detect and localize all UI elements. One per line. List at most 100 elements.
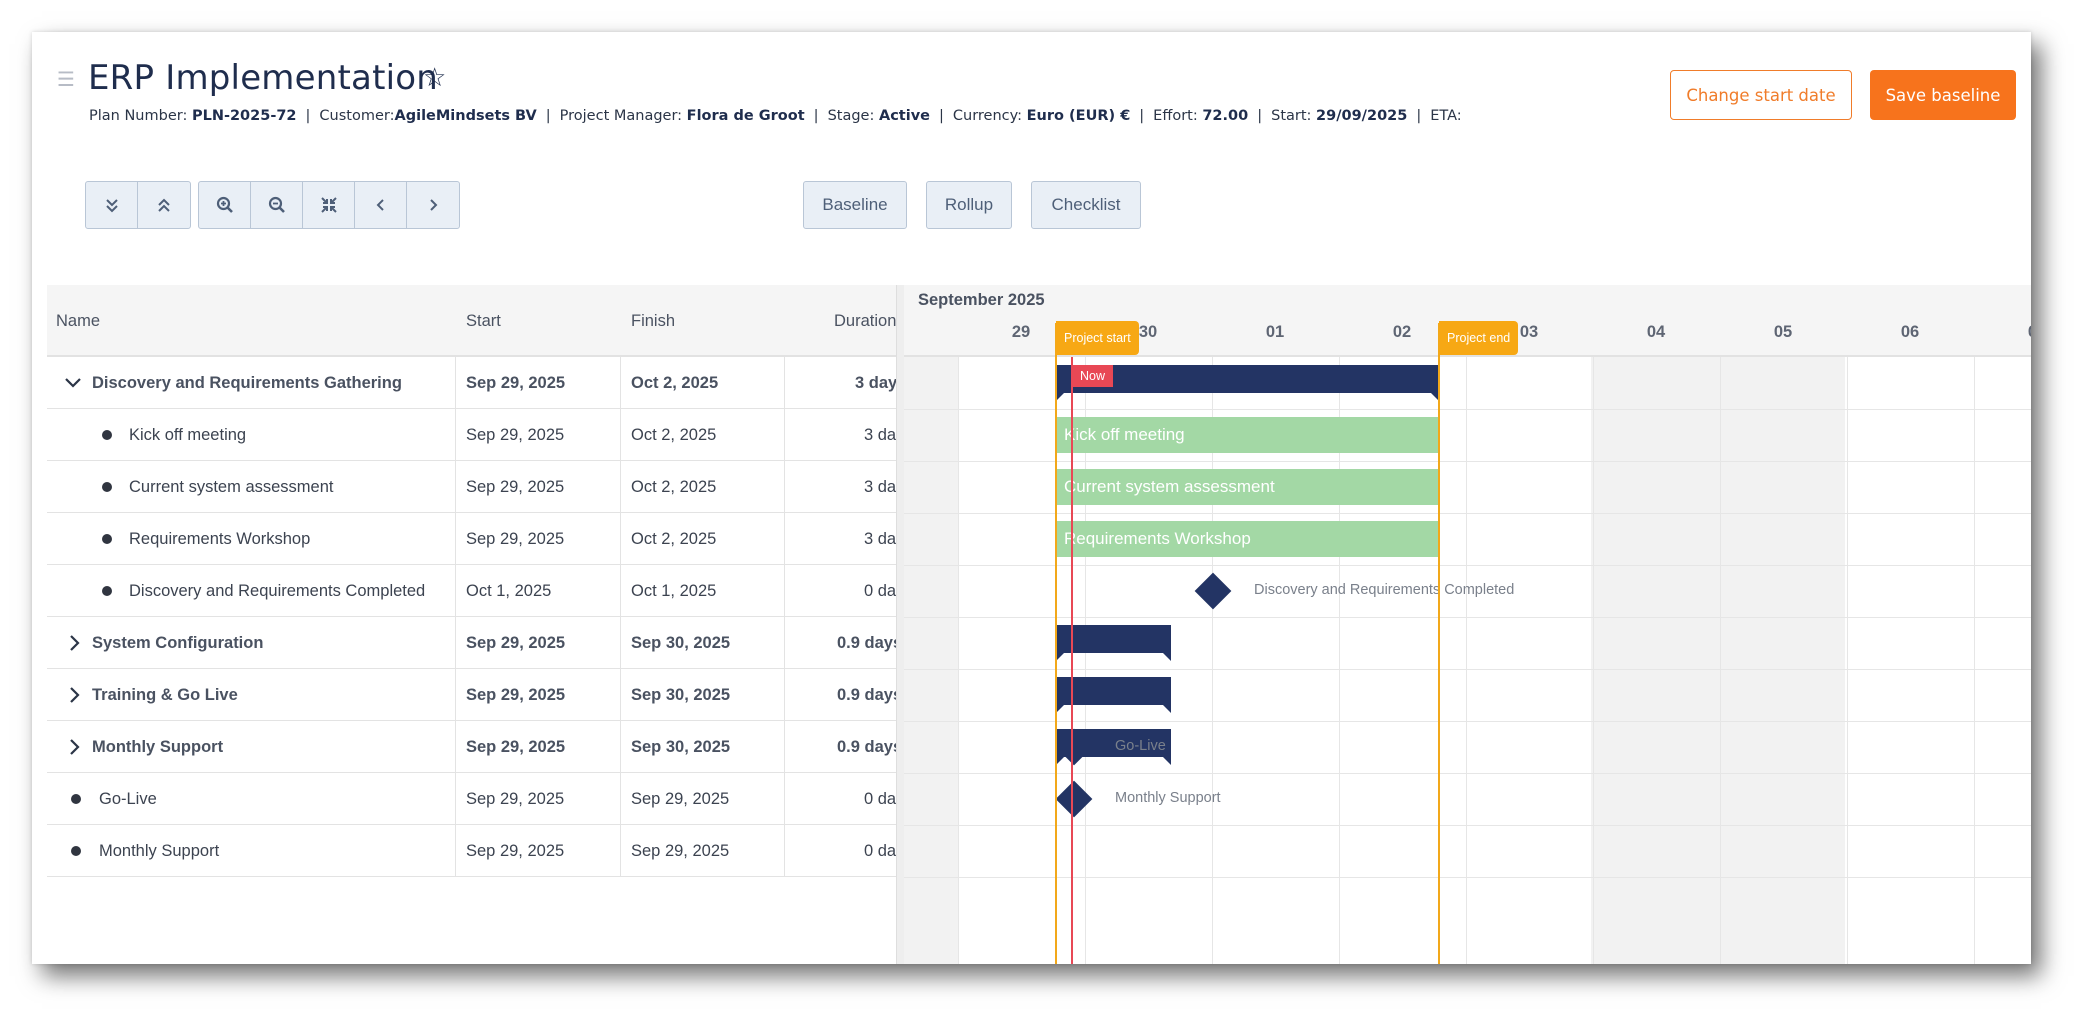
row-start: Sep 29, 2025 [466, 425, 565, 444]
table-row[interactable]: Requirements Workshop Sep 29, 2025 Oct 2… [47, 513, 896, 565]
row-start: Sep 29, 2025 [466, 373, 566, 392]
expand-all-icon[interactable] [86, 182, 138, 228]
timeline-day: 01 [1265, 323, 1285, 341]
collapse-all-icon[interactable] [138, 182, 190, 228]
meta-start: 29/09/2025 [1316, 108, 1408, 124]
bullet-icon [71, 825, 85, 877]
meta-pm-label: Project Manager: [559, 108, 687, 124]
task-bar-kickoff[interactable]: Kick off meeting [1056, 417, 1439, 453]
zoom-nav-group [198, 181, 460, 229]
baseline-button[interactable]: Baseline [803, 181, 907, 229]
rollup-button[interactable]: Rollup [926, 181, 1012, 229]
column-header-start[interactable]: Start [466, 285, 501, 357]
meta-start-label: Start: [1271, 108, 1317, 124]
checklist-button[interactable]: Checklist [1031, 181, 1141, 229]
row-duration: 3 days [855, 373, 896, 392]
bullet-icon [102, 565, 116, 617]
milestone-label: Go-Live [1115, 738, 1166, 754]
table-row[interactable]: Discovery and Requirements Gathering Sep… [47, 357, 896, 409]
milestone-diamond-icon[interactable] [1194, 572, 1232, 610]
zoom-out-icon[interactable] [251, 182, 303, 228]
row-name: Monthly Support [99, 841, 220, 860]
row-finish: Oct 1, 2025 [631, 581, 717, 600]
meta-eta-label: ETA: [1430, 108, 1462, 124]
chevron-right-icon[interactable] [65, 721, 89, 773]
row-start: Sep 29, 2025 [466, 529, 565, 548]
meta-plan-number: PLN-2025-72 [191, 108, 297, 124]
milestone-label: Discovery and Requirements Completed [1254, 582, 1515, 598]
grid-header: Name Start Finish Duration [47, 285, 896, 357]
drag-handle-icon[interactable]: ☰ [57, 70, 75, 90]
summary-bar-training-go-live[interactable] [1056, 677, 1171, 713]
timeline-month: September 2025 [918, 291, 1045, 309]
row-duration: 3 days [864, 529, 896, 548]
task-bar-workshop[interactable]: Requirements Workshop [1056, 521, 1439, 557]
timeline-day: 06 [1900, 323, 1920, 341]
row-name: Current system assessment [129, 477, 334, 496]
bullet-icon [71, 773, 85, 825]
project-end-tag: Project end [1439, 321, 1519, 355]
row-finish: Sep 30, 2025 [631, 633, 731, 652]
row-finish: Oct 2, 2025 [631, 477, 717, 496]
column-header-duration[interactable]: Duration [834, 285, 896, 357]
table-row[interactable]: Current system assessment Sep 29, 2025 O… [47, 461, 896, 513]
row-name: Discovery and Requirements Completed [129, 581, 426, 600]
project-start-tag: Project start [1056, 321, 1139, 355]
summary-bar-discovery[interactable] [1056, 365, 1439, 401]
row-finish: Oct 2, 2025 [631, 529, 717, 548]
favorite-star-icon[interactable]: ☆ [423, 62, 446, 93]
expand-collapse-group [85, 181, 191, 229]
table-row[interactable]: System Configuration Sep 29, 2025 Sep 30… [47, 617, 896, 669]
row-start: Sep 29, 2025 [466, 789, 565, 808]
row-start: Sep 29, 2025 [466, 685, 566, 704]
previous-icon[interactable] [355, 182, 407, 228]
row-start: Sep 29, 2025 [466, 633, 566, 652]
table-row[interactable]: Training & Go Live Sep 29, 2025 Sep 30, … [47, 669, 896, 721]
save-baseline-button[interactable]: Save baseline [1870, 70, 2016, 120]
pane-splitter[interactable] [896, 285, 904, 964]
table-row[interactable]: Monthly Support Sep 29, 2025 Sep 30, 202… [47, 721, 896, 773]
row-duration: 0.9 days [837, 685, 896, 704]
row-start: Oct 1, 2025 [466, 581, 552, 600]
row-start: Sep 29, 2025 [466, 841, 565, 860]
table-row[interactable]: Monthly Support Sep 29, 2025 Sep 29, 202… [47, 825, 896, 877]
now-line [1071, 357, 1073, 964]
row-start: Sep 29, 2025 [466, 477, 565, 496]
now-tag: Now [1072, 365, 1114, 387]
row-duration: 3 days [864, 477, 896, 496]
chevron-right-icon[interactable] [65, 669, 89, 721]
timeline-day: 29 [1011, 323, 1031, 341]
meta-plan-number-label: Plan Number: [89, 108, 192, 124]
plan-meta: Plan Number: PLN-2025-72 | Customer:AgileM… [89, 108, 1462, 124]
chevron-down-icon[interactable] [63, 357, 87, 409]
milestone-diamond-icon[interactable] [1055, 780, 1093, 818]
gantt-timeline[interactable]: September 2025 29 30 01 02 03 04 05 06 0… [904, 285, 2031, 964]
row-name: System Configuration [92, 633, 264, 652]
meta-customer: AgileMindsets BV [394, 108, 537, 124]
meta-stage-label: Stage: [827, 108, 879, 124]
table-row[interactable]: Kick off meeting Sep 29, 2025 Oct 2, 202… [47, 409, 896, 461]
timeline-day: 02 [1392, 323, 1412, 341]
row-finish: Sep 29, 2025 [631, 841, 730, 860]
task-bar-assessment[interactable]: Current system assessment [1056, 469, 1439, 505]
row-finish: Sep 30, 2025 [631, 685, 731, 704]
timeline-day: 05 [1773, 323, 1793, 341]
column-header-name[interactable]: Name [56, 285, 100, 357]
change-start-date-button[interactable]: Change start date [1670, 70, 1852, 120]
next-icon[interactable] [407, 182, 459, 228]
summary-bar-system-configuration[interactable] [1056, 625, 1171, 661]
row-duration: 0 days [864, 841, 896, 860]
table-row[interactable]: Discovery and Requirements Completed Oct… [47, 565, 896, 617]
row-name: Discovery and Requirements Gathering [92, 373, 402, 392]
gantt-window: ☰ ERP Implementation ☆ Plan Number: PLN-… [32, 32, 2031, 964]
zoom-in-icon[interactable] [199, 182, 251, 228]
row-name: Kick off meeting [129, 425, 247, 444]
table-row[interactable]: Go-Live Sep 29, 2025 Sep 29, 2025 0 days [47, 773, 896, 825]
bullet-icon [102, 409, 116, 461]
project-start-line [1055, 323, 1057, 964]
chevron-right-icon[interactable] [65, 617, 89, 669]
meta-pm: Flora de Groot [686, 108, 805, 124]
timeline-day: 07 [2017, 323, 2031, 342]
column-header-finish[interactable]: Finish [631, 285, 675, 357]
zoom-to-fit-icon[interactable] [303, 182, 355, 228]
